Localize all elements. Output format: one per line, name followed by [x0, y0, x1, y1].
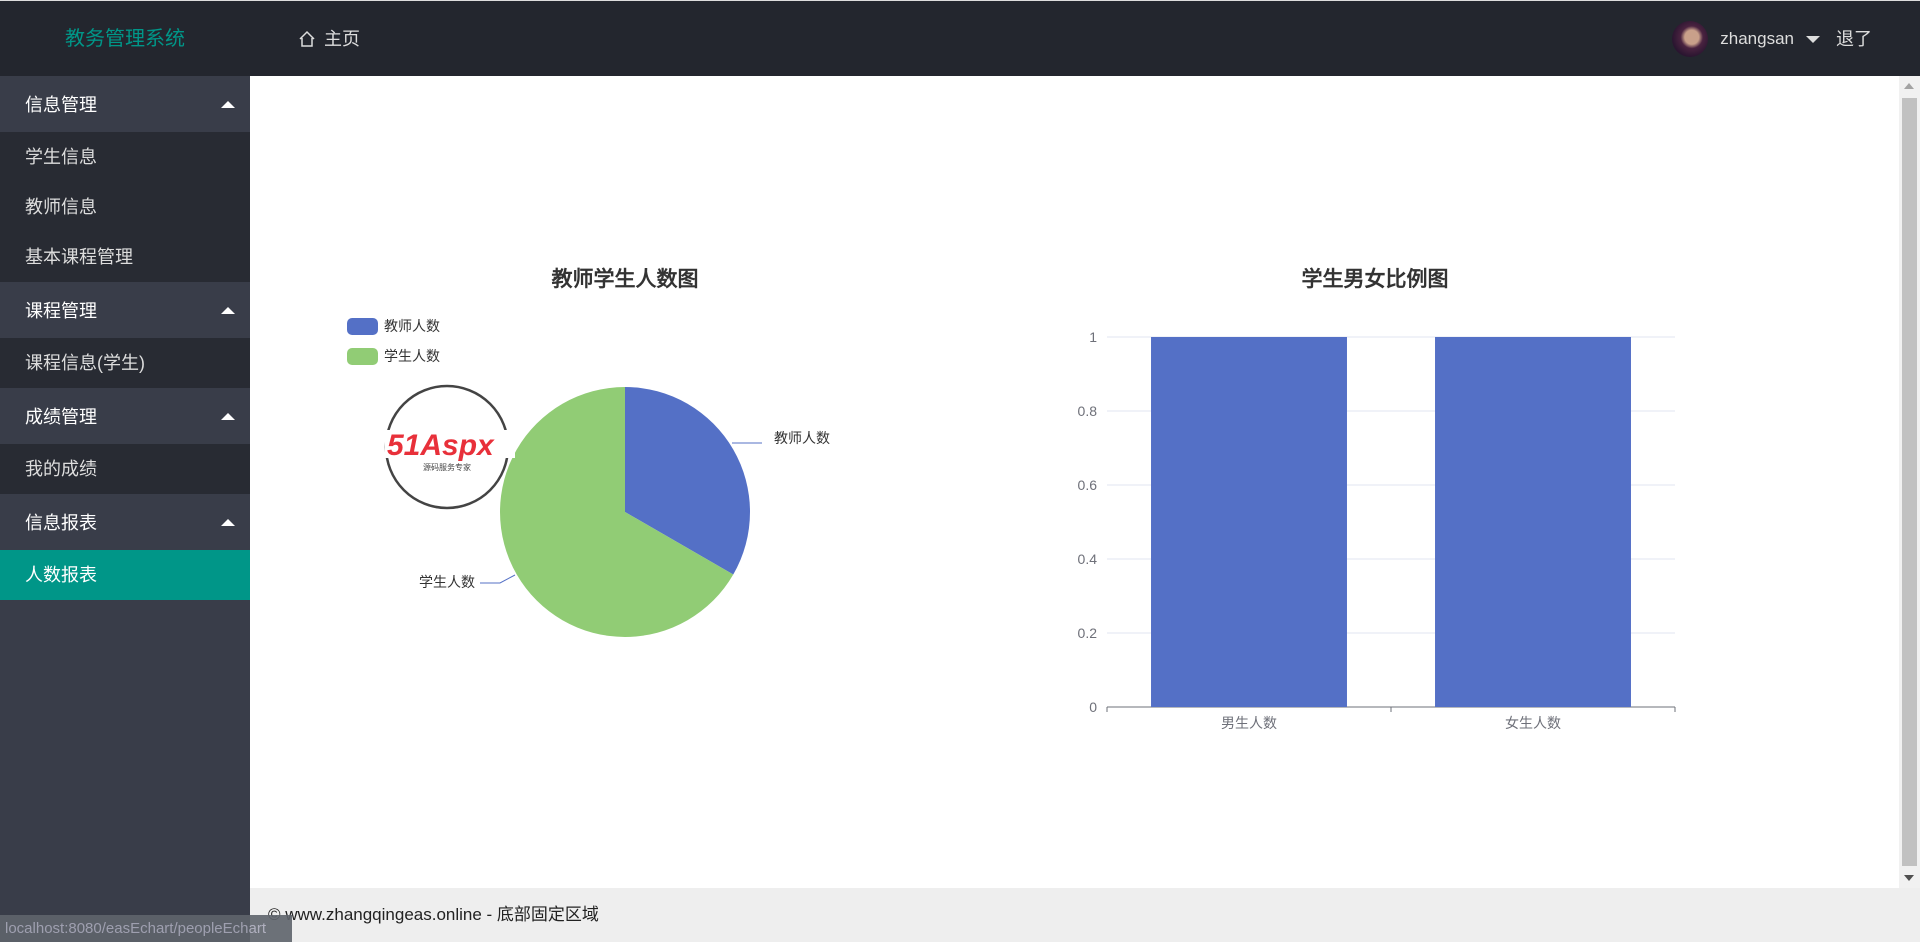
y-tick-label: 0 [1089, 699, 1097, 715]
sidebar-group-grades[interactable]: 成绩管理 [0, 388, 250, 444]
sidebar-item-my-grades[interactable]: 我的成绩 [0, 444, 250, 494]
scroll-up-icon[interactable] [1904, 83, 1914, 89]
group-label: 成绩管理 [25, 407, 97, 427]
watermark-logo: 51Aspx 源码服务专家 [384, 384, 515, 510]
y-tick-label: 0.2 [1078, 625, 1098, 641]
bar-chart: 0 0.2 0.4 0.6 0.8 1 男生人数 女生人数 [1078, 329, 1676, 731]
app-title: 教务管理系统 [65, 28, 185, 50]
pie-label-student: 学生人数 [419, 574, 475, 590]
footer: © www.zhangqingeas.online - 底部固定区域 [250, 888, 1920, 942]
y-tick-label: 0.4 [1078, 551, 1098, 567]
bar[interactable] [1435, 337, 1631, 707]
status-bar-url: localhost:8080/easEchart/peopleEchart [0, 915, 292, 942]
home-label: 主页 [324, 29, 360, 49]
sidebar-group-course[interactable]: 课程管理 [0, 282, 250, 338]
home-icon [299, 30, 315, 47]
user-menu[interactable]: zhangsan [1672, 1, 1820, 77]
caret-up-icon [221, 412, 235, 420]
x-tick-label: 女生人数 [1505, 715, 1561, 731]
watermark-text: 51Aspx [387, 429, 495, 462]
scroll-down-icon[interactable] [1904, 875, 1914, 881]
legend-swatch-student[interactable] [347, 348, 378, 365]
group-label: 信息管理 [25, 95, 97, 115]
caret-up-icon [221, 100, 235, 108]
sidebar: 信息管理 学生信息 教师信息 基本课程管理 课程管理 课程信息(学生) 成绩管理… [0, 76, 250, 942]
legend-swatch-teacher[interactable] [347, 318, 378, 335]
sidebar-item-teacher-info[interactable]: 教师信息 [0, 182, 250, 232]
sidebar-item-course-info[interactable]: 课程信息(学生) [0, 338, 250, 388]
charts-canvas: 教师学生人数图 教师人数 学生人数 教师人数 学生人数 51Aspx 源码服务专… [347, 267, 1676, 731]
group-label: 课程管理 [25, 301, 97, 321]
watermark-subtext: 源码服务专家 [423, 462, 471, 472]
sidebar-item-course-management[interactable]: 基本课程管理 [0, 232, 250, 282]
group-label: 信息报表 [25, 513, 97, 533]
caret-up-icon [221, 306, 235, 314]
y-tick-label: 0.8 [1078, 403, 1098, 419]
sidebar-group-reports[interactable]: 信息报表 [0, 494, 250, 550]
bar[interactable] [1151, 337, 1347, 707]
sidebar-item-student-info[interactable]: 学生信息 [0, 132, 250, 182]
pie-title: 教师学生人数图 [552, 267, 699, 291]
legend-label-teacher[interactable]: 教师人数 [384, 318, 440, 334]
logout-link[interactable]: 退了 [1836, 1, 1872, 77]
bar-title: 学生男女比例图 [1302, 267, 1449, 291]
caret-down-icon [1806, 35, 1820, 43]
scrollbar-thumb[interactable] [1902, 98, 1917, 866]
top-header: 教务管理系统 主页 zhangsan 退了 [0, 0, 1920, 76]
username: zhangsan [1720, 29, 1794, 48]
avatar [1672, 21, 1709, 57]
main-content: 教师学生人数图 教师人数 学生人数 教师人数 学生人数 51Aspx 源码服务专… [250, 76, 1899, 888]
sidebar-item-people-report[interactable]: 人数报表 [0, 550, 250, 600]
pie [500, 387, 750, 637]
scrollbar[interactable] [1899, 76, 1920, 888]
sidebar-group-info[interactable]: 信息管理 [0, 76, 250, 132]
caret-up-icon [221, 518, 235, 526]
pie-label-teacher: 教师人数 [774, 430, 830, 446]
x-tick-label: 男生人数 [1221, 715, 1277, 731]
y-tick-label: 1 [1089, 329, 1097, 345]
y-tick-label: 0.6 [1078, 477, 1098, 493]
home-link[interactable]: 主页 [298, 1, 360, 77]
legend-label-student[interactable]: 学生人数 [384, 348, 440, 364]
